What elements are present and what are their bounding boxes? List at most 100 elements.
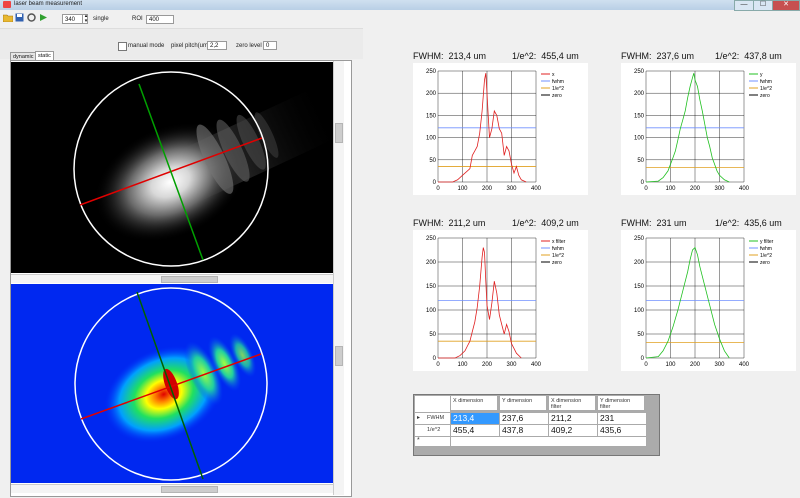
profile-chart-y: 0 100 200 300 400050100150200250 yfwhm1/e^2ze… [621, 63, 796, 195]
window-title: laser beam measurement [14, 1, 83, 7]
play-icon[interactable] [38, 13, 49, 24]
e2-label: 1/e^2: [512, 218, 537, 228]
row-label: 1/e^2 [427, 427, 441, 433]
x-tick-label: 400 [531, 362, 542, 368]
horizontal-scrollbar-bottom[interactable] [11, 484, 333, 493]
plot-yf-e2-header: 1/e^2: 435,6 um [715, 218, 782, 228]
y-tick-label: 100 [634, 308, 645, 314]
maximize-button[interactable]: ☐ [753, 0, 773, 11]
plot-xf-e2-header: 1/e^2: 409,2 um [512, 218, 579, 228]
row-label: FWHM [427, 415, 445, 421]
fwhm-value: 237,6 um [656, 51, 695, 61]
vscroll-thumb-top[interactable] [335, 123, 343, 143]
y-tick-label: 50 [429, 332, 436, 338]
zero-level-input[interactable]: 0 [263, 41, 277, 50]
title-bar: laser beam measurement — ☐ ✕ [0, 0, 800, 11]
e2-label: 1/e^2: [512, 51, 537, 61]
legend-label: 1/e^2 [760, 253, 772, 259]
x-tick-label: 0 [644, 362, 648, 368]
horizontal-scrollbar-top[interactable] [11, 274, 333, 283]
x-tick-label: 300 [714, 362, 725, 368]
y-tick-label: 200 [426, 260, 437, 266]
legend-label: zero [552, 260, 562, 266]
e2-value: 435,6 um [744, 218, 782, 228]
save-icon[interactable] [14, 13, 25, 24]
manual-mode-checkbox[interactable] [118, 42, 127, 51]
y-tick-label: 200 [634, 260, 645, 266]
new-row[interactable] [450, 436, 647, 447]
row-header-new[interactable]: * [414, 436, 451, 447]
y-tick-label: 150 [426, 284, 437, 290]
x-tick-label: 0 [644, 186, 648, 192]
y-tick-label: 50 [637, 158, 644, 164]
x-tick-label: 300 [714, 186, 725, 192]
grayscale-beam-image [11, 62, 333, 273]
vscroll-thumb-bottom[interactable] [335, 346, 343, 366]
legend-label: y [760, 72, 763, 78]
col-header-y[interactable]: Y dimension [499, 395, 547, 411]
spinner-arrows[interactable]: ▴ ▾ [82, 14, 89, 24]
minimize-button[interactable]: — [734, 0, 754, 11]
grid-corner [414, 395, 451, 413]
roi-input[interactable]: 400 [146, 15, 174, 24]
col-header-x[interactable]: X dimension [450, 395, 498, 411]
scroll-thumb-bottom[interactable] [161, 486, 218, 493]
x-tick-label: 200 [690, 362, 701, 368]
profile-series-line [645, 246, 730, 359]
x-tick-label: 0 [436, 362, 440, 368]
y-tick-label: 250 [634, 69, 645, 75]
fwhm-value: 231 um [656, 218, 687, 228]
legend-label: fwhm [760, 246, 772, 252]
y-tick-label: 100 [634, 136, 645, 142]
y-tick-label: 100 [426, 136, 437, 142]
legend-label: zero [552, 93, 562, 99]
pixel-pitch-input[interactable]: 2,2 [207, 41, 227, 50]
vertical-scrollbar[interactable] [333, 61, 344, 495]
results-grid: X dimension Y dimension X dimension filt… [413, 394, 660, 456]
y-tick-label: 250 [634, 236, 645, 242]
toolbar: 340 ▴ ▾ single ROI 400 [0, 10, 365, 28]
e2-value: 455,4 um [541, 51, 579, 61]
y-tick-label: 250 [426, 236, 437, 242]
e2-value: 409,2 um [541, 218, 579, 228]
legend-label: zero [760, 260, 770, 266]
legend-label: y filter [760, 239, 774, 245]
y-tick-label: 250 [426, 69, 437, 75]
plot-y-header: FWHM: 237,6 um [621, 51, 694, 61]
col-header-x-filter[interactable]: X dimension filter [548, 395, 596, 411]
x-tick-label: 100 [665, 186, 676, 192]
current-row-marker: ▸ [417, 415, 421, 421]
y-tick-label: 200 [634, 91, 645, 97]
y-tick-label: 150 [426, 113, 437, 119]
legend-label: x filter [552, 239, 566, 245]
x-tick-label: 100 [457, 362, 468, 368]
y-tick-label: 150 [634, 113, 645, 119]
x-tick-label: 200 [690, 186, 701, 192]
app-icon [3, 1, 11, 8]
e2-label: 1/e^2: [715, 218, 740, 228]
y-tick-label: 200 [426, 91, 437, 97]
legend-label: 1/e^2 [552, 253, 564, 259]
fwhm-label: FWHM: [621, 218, 652, 228]
settings-icon[interactable] [26, 13, 37, 24]
scroll-thumb[interactable] [161, 276, 218, 283]
x-tick-label: 100 [457, 186, 468, 192]
profile-chart-x-filter: 0 100 200 300 400050100150200250 x filterfwhm… [413, 230, 588, 371]
zero-level-label: zero level [236, 43, 262, 49]
x-tick-label: 300 [506, 186, 517, 192]
folder-icon[interactable] [2, 13, 13, 24]
close-button[interactable]: ✕ [772, 0, 800, 11]
plot-yf-header: FWHM: 231 um [621, 218, 687, 228]
new-row-marker: * [417, 437, 420, 444]
legend-label: 1/e^2 [760, 86, 772, 92]
x-tick-label: 400 [739, 362, 750, 368]
legend-label: fwhm [760, 79, 772, 85]
plot-x-e2-header: 1/e^2: 455,4 um [512, 51, 579, 61]
y-tick-label: 150 [634, 284, 645, 290]
fwhm-value: 211,2 um [448, 218, 486, 228]
roi-label: ROI [132, 16, 143, 22]
x-tick-label: 400 [531, 186, 542, 192]
col-header-y-filter[interactable]: Y dimension filter [597, 395, 645, 411]
x-tick-label: 0 [436, 186, 440, 192]
e2-value: 437,8 um [744, 51, 782, 61]
